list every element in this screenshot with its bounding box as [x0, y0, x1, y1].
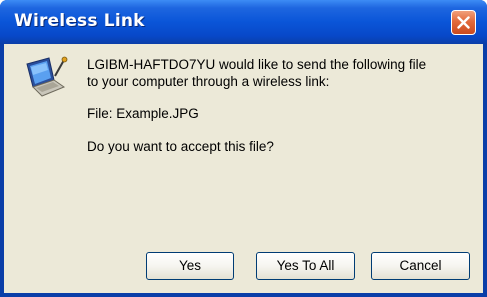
yes-button[interactable]: Yes: [146, 252, 234, 280]
message-line-1: LGIBM-HAFTDO7YU would like to send the f…: [87, 57, 427, 72]
wireless-laptop-icon: [26, 56, 68, 97]
accept-question: Do you want to accept this file?: [87, 139, 274, 154]
cancel-button[interactable]: Cancel: [371, 252, 470, 280]
title-bar[interactable]: Wireless Link: [0, 0, 487, 44]
window-title: Wireless Link: [14, 11, 145, 31]
dialog-body: LGIBM-HAFTDO7YU would like to send the f…: [4, 44, 483, 293]
dialog-window: Wireless Link LGIBM-HAFTDO7YU would like…: [0, 0, 487, 297]
close-button[interactable]: [451, 10, 476, 35]
yes-to-all-button[interactable]: Yes To All: [256, 252, 355, 280]
close-icon: [457, 16, 470, 29]
message-line-2: to your computer through a wireless link…: [87, 74, 330, 89]
file-name-label: File: Example.JPG: [87, 106, 199, 121]
